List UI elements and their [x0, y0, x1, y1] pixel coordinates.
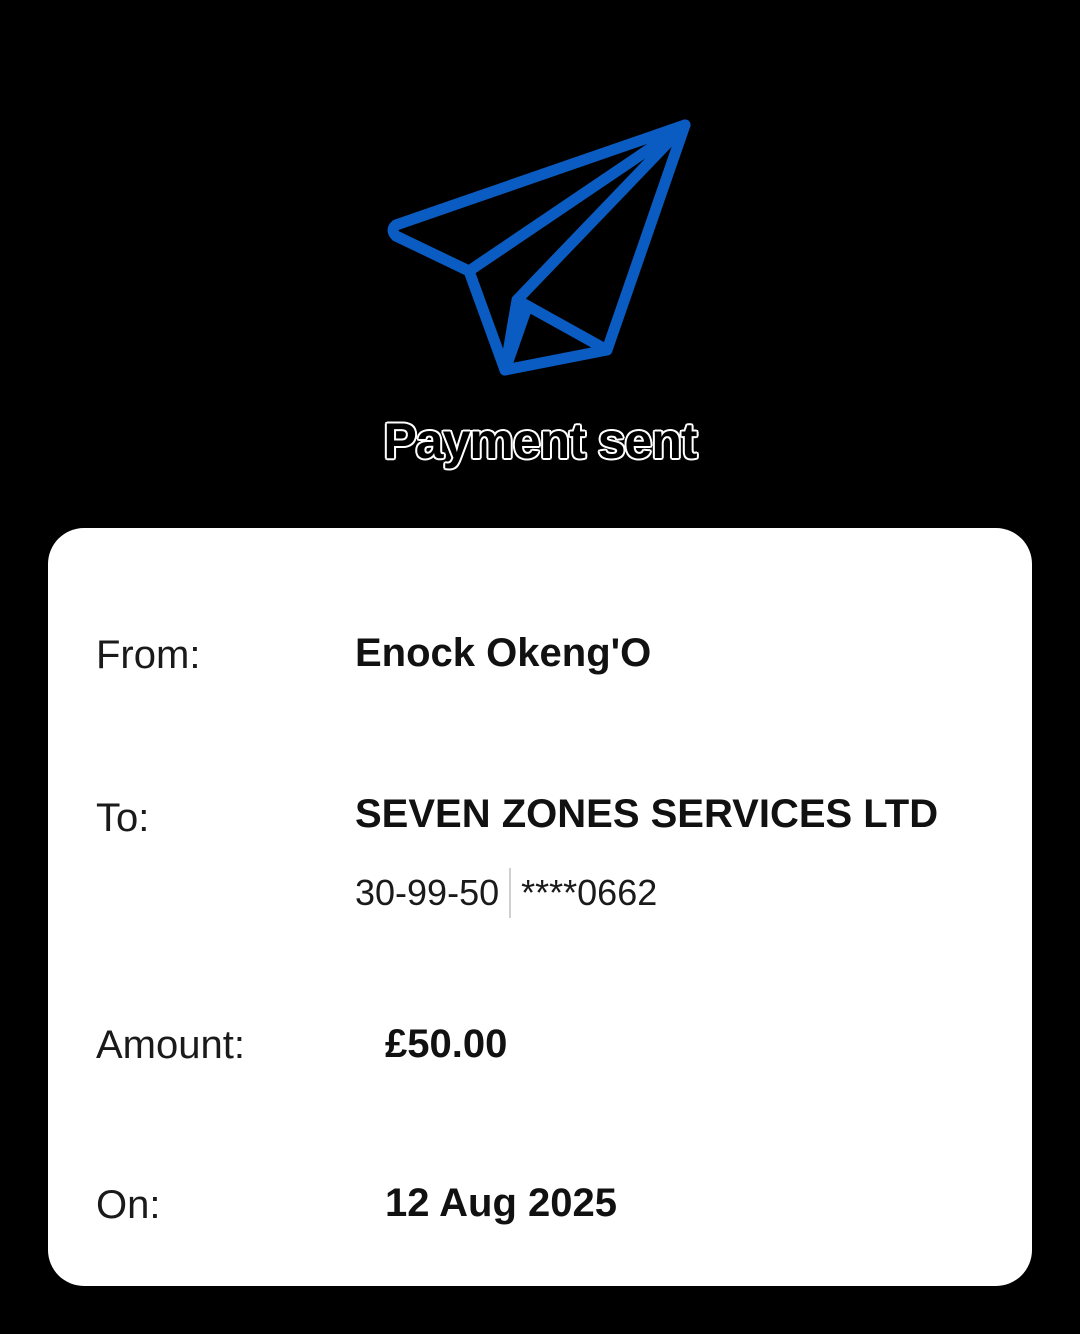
on-label: On: — [96, 1183, 161, 1227]
status-title: Payment sent — [382, 412, 698, 470]
sort-code: 30-99-50 — [355, 872, 500, 913]
account-details: 30-99-50 ****0662 — [355, 868, 657, 918]
from-value: Enock Okeng'O — [355, 631, 652, 675]
amount-value: £50.00 — [385, 1022, 508, 1066]
amount-label: Amount: — [96, 1023, 245, 1067]
to-label: To: — [96, 796, 150, 840]
date-value: 12 Aug 2025 — [385, 1181, 617, 1225]
from-label: From: — [96, 633, 201, 677]
account-divider — [509, 868, 512, 918]
to-value: SEVEN ZONES SERVICES LTD — [355, 792, 939, 836]
payment-details-card: From: Enock Okeng'O To: SEVEN ZONES SERV… — [48, 528, 1032, 1286]
paper-plane-icon — [380, 110, 700, 385]
payment-confirmation-screen: Payment sent From: Enock Okeng'O To: SEV… — [0, 0, 1080, 1334]
account-number: ****0662 — [521, 872, 658, 913]
